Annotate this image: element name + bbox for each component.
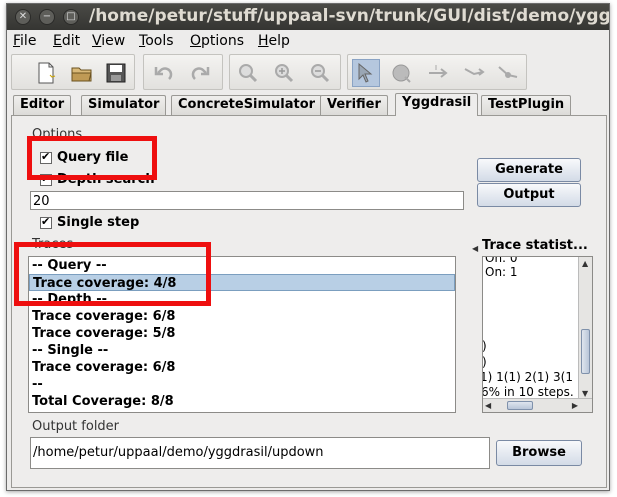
single-step-checkbox[interactable]: Single step [40, 215, 139, 230]
tab-simulator[interactable]: Simulator [81, 95, 167, 115]
menu-file[interactable]: File [13, 33, 36, 49]
edit-tool-group [347, 54, 527, 90]
tab-concrete-simulator[interactable]: ConcreteSimulator [171, 95, 323, 115]
list-item[interactable]: Total Coverage: 8/8 [29, 393, 455, 410]
vertical-scrollbar[interactable]: ▲ ▼ [578, 257, 592, 400]
add-edge-icon[interactable] [424, 59, 452, 87]
tab-editor[interactable]: Editor [13, 95, 72, 115]
minimize-icon[interactable]: − [39, 9, 55, 25]
menu-bar: File Edit View Tools Options Help [7, 30, 609, 52]
select-arrow-icon[interactable] [352, 59, 380, 87]
stats-line: ) [482, 339, 487, 353]
new-document-icon[interactable] [32, 59, 60, 87]
maximize-icon[interactable]: □ [63, 9, 79, 25]
list-item[interactable]: Trace coverage: 6/8 [29, 308, 455, 325]
trace-statistics-text: On: 0 On: 1 ) ) 1) 1(1) 2(1) 3(1 6% in 1… [482, 256, 593, 413]
scroll-thumb-vertical[interactable] [581, 329, 590, 374]
output-button[interactable]: Output [477, 183, 581, 207]
stats-line: ) [482, 355, 487, 369]
list-item[interactable]: Trace coverage: 5/8 [29, 325, 455, 342]
trace-statistics-panel: Trace statist... On: 0 On: 1 ) ) 1) 1(1)… [478, 238, 593, 416]
menu-options[interactable]: Options [190, 33, 244, 49]
list-item[interactable]: -- Single -- [29, 342, 455, 359]
tab-verifier[interactable]: Verifier [320, 95, 388, 115]
stats-line: On: 0 [485, 256, 518, 265]
close-icon[interactable]: ✕ [15, 9, 31, 25]
zoom-in-icon[interactable] [270, 59, 298, 87]
tab-bar: Editor Simulator ConcreteSimulator Verif… [11, 93, 607, 116]
menu-edit[interactable]: Edit [53, 33, 80, 49]
add-nail-icon[interactable] [460, 59, 488, 87]
stats-line: 6% in 10 steps. [482, 385, 574, 399]
stats-line: 1) 1(1) 2(1) 3(1 [482, 370, 573, 384]
menu-view[interactable]: View [92, 33, 125, 49]
list-item[interactable]: Trace coverage: 6/8 [29, 359, 455, 376]
scroll-right-icon[interactable]: ▶ [572, 401, 578, 410]
output-folder-input[interactable]: /home/petur/uppaal/demo/yggdrasil/updown [30, 437, 490, 469]
add-location-icon[interactable] [388, 59, 416, 87]
zoom-out-icon[interactable] [306, 59, 334, 87]
single-step-label: Single step [57, 215, 140, 230]
add-branchpoint-icon[interactable] [494, 59, 522, 87]
zoom-tool-group [229, 54, 341, 90]
scroll-thumb-horizontal[interactable] [507, 401, 533, 410]
list-item[interactable]: -- [29, 376, 455, 393]
depth-value-input[interactable]: 20 [30, 191, 464, 210]
generate-button[interactable]: Generate [477, 158, 581, 182]
browse-button[interactable]: Browse [496, 440, 582, 466]
save-disk-icon[interactable] [102, 59, 130, 87]
application-window: ✕ − □ /home/petur/stuff/uppaal-svn/trunk… [6, 3, 610, 491]
trace-statistics-title: Trace statist... [482, 238, 588, 253]
highlight-box-trace-coverage [14, 242, 211, 306]
menu-tools[interactable]: Tools [139, 33, 174, 49]
tab-testplugin[interactable]: TestPlugin [481, 95, 572, 115]
toolbar [7, 52, 609, 92]
zoom-icon[interactable] [234, 59, 262, 87]
highlight-box-query-file [27, 136, 157, 180]
single-step-check-icon[interactable] [40, 215, 52, 229]
menu-help[interactable]: Help [258, 33, 290, 49]
history-tool-group [143, 54, 223, 90]
scroll-left-icon[interactable]: ◀ [485, 401, 491, 410]
tab-yggdrasil[interactable]: Yggdrasil [395, 93, 479, 116]
scroll-down-icon[interactable]: ▼ [582, 389, 588, 398]
stats-line: On: 1 [485, 265, 518, 279]
undo-icon[interactable] [150, 59, 178, 87]
file-tool-group [11, 54, 135, 90]
scroll-up-icon[interactable]: ▲ [582, 259, 588, 268]
open-folder-icon[interactable] [68, 59, 96, 87]
title-bar: ✕ − □ /home/petur/stuff/uppaal-svn/trunk… [7, 4, 609, 30]
redo-icon[interactable] [186, 59, 214, 87]
window-title: /home/petur/stuff/uppaal-svn/trunk/GUI/d… [89, 6, 610, 26]
output-folder-label: Output folder [32, 419, 120, 434]
horizontal-scrollbar[interactable]: ◀ ▶ [483, 398, 592, 412]
